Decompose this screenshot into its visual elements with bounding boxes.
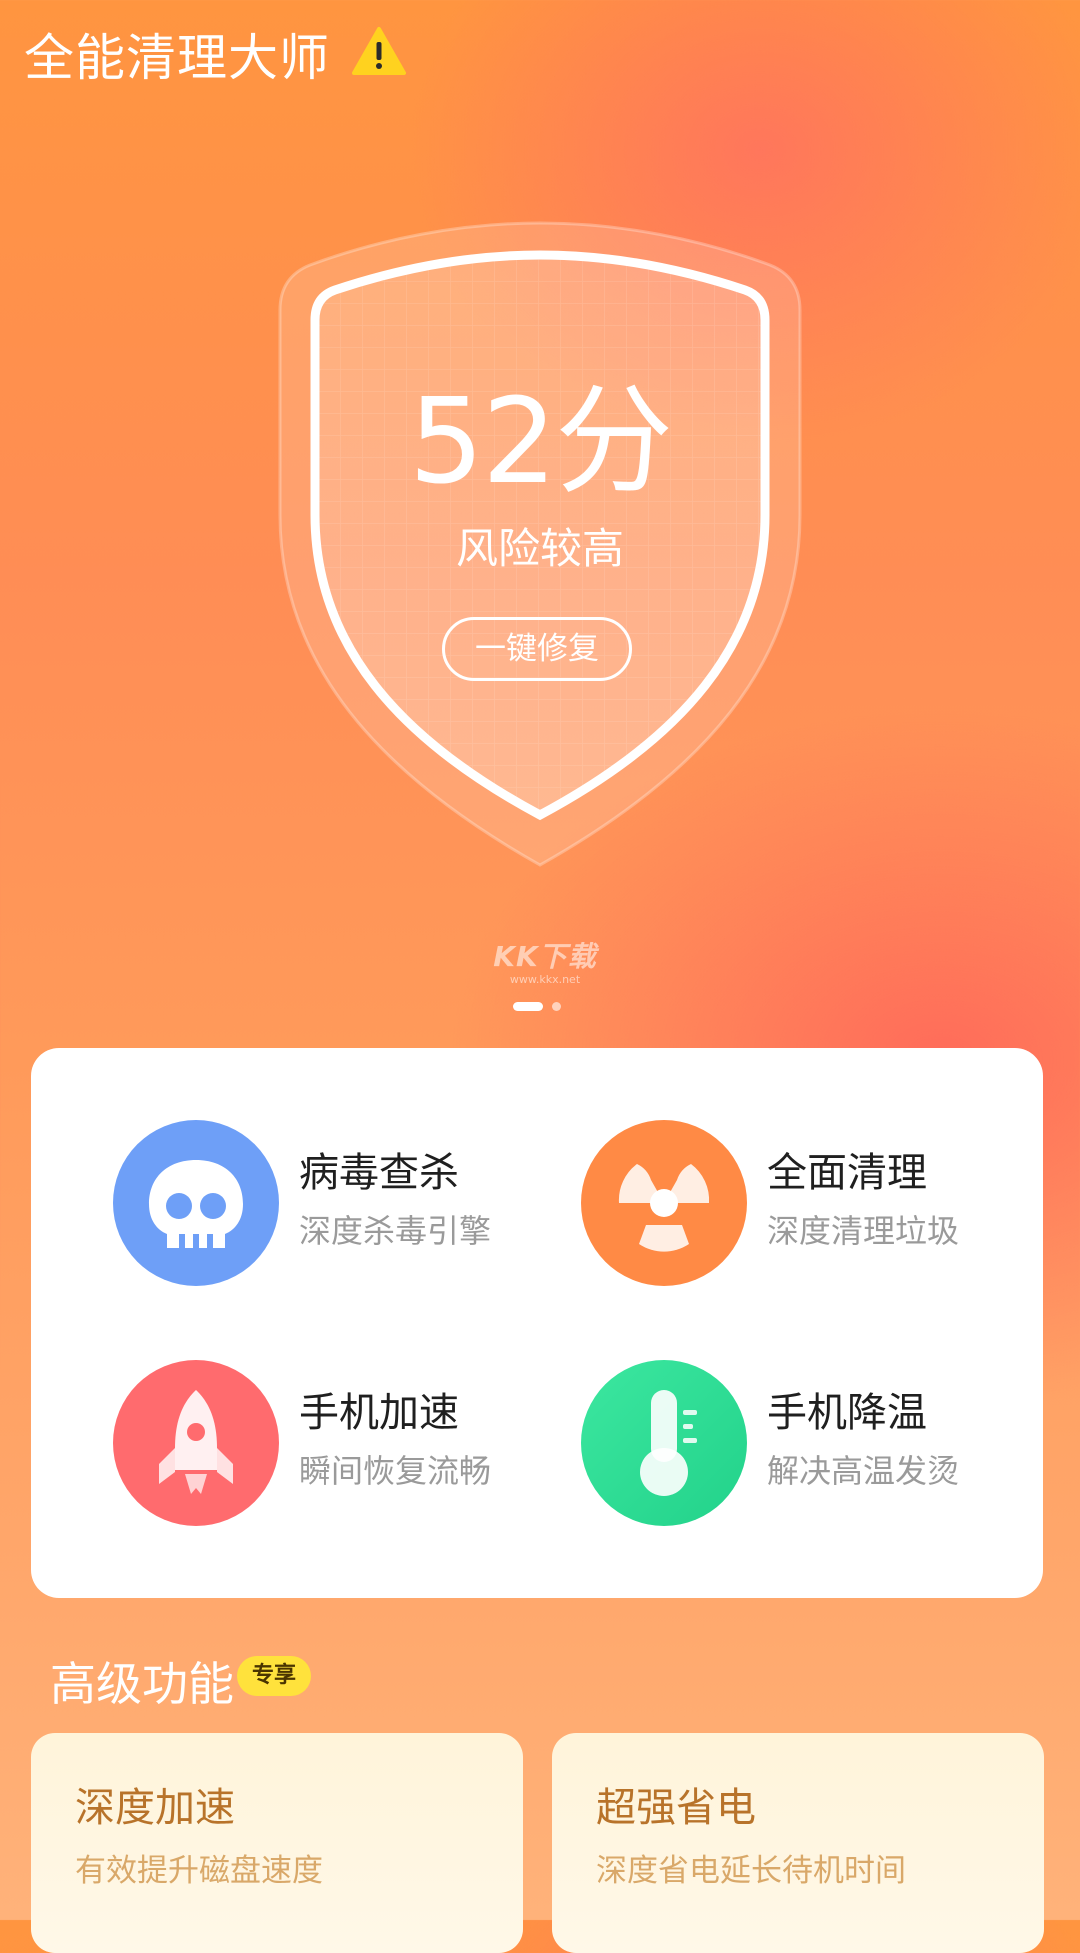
feature-title: 手机降温 [767,1390,927,1436]
security-score: 52分 [408,372,673,510]
risk-level-text: 风险较高 [455,524,624,573]
warning-icon[interactable] [352,26,406,76]
thermometer-icon [581,1360,747,1526]
feature-subtitle: 深度清理垃圾 [767,1212,960,1250]
advanced-card-power-saving[interactable]: 超强省电 深度省电延长待机时间 [552,1733,1044,1953]
feature-title: 全面清理 [767,1150,927,1196]
exclusive-badge: 专享 [237,1656,311,1696]
advanced-section-title: 高级功能 [50,1657,234,1711]
advanced-card-subtitle: 深度省电延长待机时间 [596,1853,906,1889]
feature-subtitle: 深度杀毒引擎 [299,1212,492,1250]
feature-card: 病毒查杀 深度杀毒引擎 全面清理 深度清理垃圾 手机加速 瞬间恢复流畅 手机降温… [31,1048,1043,1598]
feature-subtitle: 瞬间恢复流畅 [299,1452,492,1490]
advanced-card-title: 超强省电 [596,1785,756,1831]
feature-full-clean[interactable]: 全面清理 深度清理垃圾 [581,1120,1021,1290]
one-click-repair-button[interactable]: 一键修复 [442,617,632,681]
skull-icon [113,1120,279,1286]
advanced-card-deep-boost[interactable]: 深度加速 有效提升磁盘速度 [31,1733,523,1953]
watermark-brand: KK下载 [493,940,597,973]
feature-virus-scan[interactable]: 病毒查杀 深度杀毒引擎 [113,1120,553,1290]
rocket-icon [113,1360,279,1526]
page-dot-active [513,1002,543,1011]
advanced-card-subtitle: 有效提升磁盘速度 [75,1853,323,1889]
page-dot [552,1002,561,1011]
feature-phone-boost[interactable]: 手机加速 瞬间恢复流畅 [113,1360,553,1530]
app-title: 全能清理大师 [24,29,330,87]
feature-title: 病毒查杀 [299,1150,459,1196]
watermark: KK下载 www.kkx.net [480,935,610,986]
feature-title: 手机加速 [299,1390,459,1436]
feature-subtitle: 解决高温发烫 [767,1452,960,1490]
security-score-shield: 52分 风险较高 一键修复 [230,215,850,885]
radiation-icon [581,1120,747,1286]
feature-phone-cooling[interactable]: 手机降温 解决高温发烫 [581,1360,1021,1530]
advanced-card-title: 深度加速 [75,1785,235,1831]
